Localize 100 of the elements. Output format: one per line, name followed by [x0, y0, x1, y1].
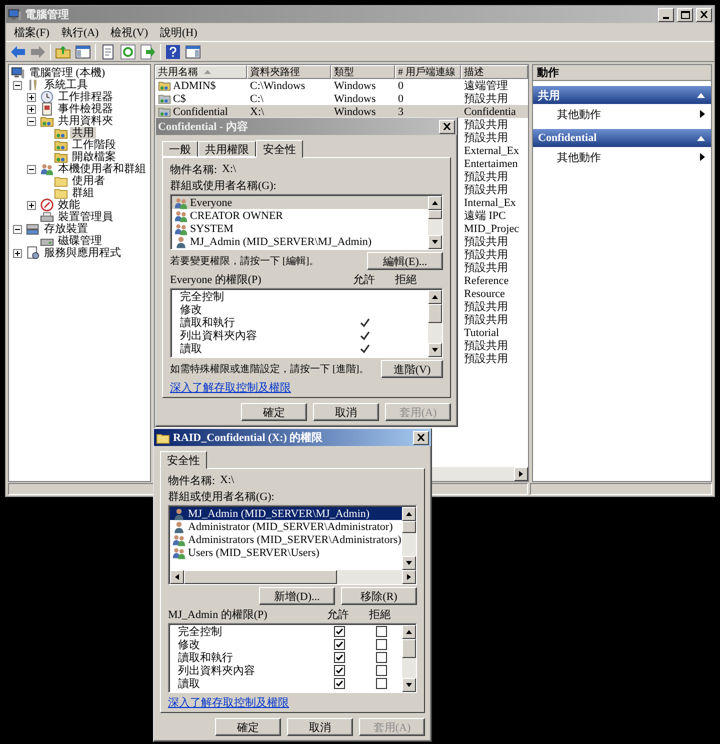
- expand-icon[interactable]: [13, 248, 22, 258]
- properties-icon[interactable]: [100, 44, 116, 60]
- tab[interactable]: 安全性: [256, 140, 303, 158]
- tree-item[interactable]: 存放裝置: [42, 223, 90, 235]
- user-item[interactable]: Administrators (MID_SERVER\Administrators): [170, 533, 402, 546]
- tab[interactable]: 一般: [162, 141, 198, 157]
- expand-icon[interactable]: [27, 200, 36, 210]
- user-action-button[interactable]: 編輯(E)...: [367, 252, 443, 270]
- allow-checkbox[interactable]: [334, 665, 344, 676]
- column-header[interactable]: 描述: [461, 65, 528, 79]
- tree-item[interactable]: 效能: [56, 199, 82, 211]
- table-row[interactable]: Confidential X:\ Windows 3 Confidentia: [155, 105, 528, 118]
- table-cell: C:\Windows: [250, 80, 306, 92]
- refresh-icon[interactable]: [120, 44, 136, 60]
- field-label: 物件名稱:: [170, 162, 218, 176]
- panel-icon[interactable]: [185, 44, 201, 60]
- column-header[interactable]: 類型: [331, 65, 395, 79]
- user-action-button[interactable]: 新增(D)...: [259, 587, 335, 605]
- vertical-scrollbar[interactable]: [402, 507, 416, 570]
- allow-checkbox[interactable]: [334, 678, 344, 689]
- vertical-scrollbar[interactable]: [428, 290, 442, 357]
- dialog-button[interactable]: 取消: [313, 403, 379, 421]
- collapse-icon[interactable]: [27, 164, 36, 174]
- shared-folder-icon: [54, 126, 68, 140]
- deny-checkbox[interactable]: [376, 665, 386, 676]
- folder-icon: [54, 174, 68, 188]
- menu-item[interactable]: 檢視(V): [104, 24, 154, 40]
- help-link[interactable]: 深入了解存取控制及權限: [168, 695, 289, 710]
- tab[interactable]: 安全性: [160, 451, 207, 469]
- maximize-button[interactable]: [677, 8, 693, 22]
- table-cell-text: 遠端 IPC: [464, 209, 506, 223]
- storage-icon: [26, 222, 40, 236]
- table-cell: External_Ex: [464, 144, 519, 156]
- minimize-button[interactable]: [658, 8, 674, 22]
- gauge-icon: [40, 198, 54, 212]
- collapse-icon[interactable]: [13, 224, 22, 234]
- vertical-scrollbar[interactable]: [428, 196, 442, 249]
- column-header[interactable]: # 用戶端連線: [395, 65, 461, 79]
- table-cell: MID_Projec: [464, 222, 519, 234]
- tree-item[interactable]: 開啟檔案: [70, 151, 118, 163]
- deny-checkbox[interactable]: [376, 652, 386, 663]
- tree-item[interactable]: 群組: [70, 187, 96, 199]
- deny-checkbox[interactable]: [376, 626, 386, 637]
- advanced-button[interactable]: 進階(V): [381, 360, 443, 378]
- collapse-icon[interactable]: [13, 80, 22, 90]
- table-cell: 0: [398, 80, 404, 92]
- tree-item[interactable]: 裝置管理員: [56, 211, 115, 223]
- column-header[interactable]: 共用名稱: [155, 65, 247, 79]
- back-icon[interactable]: [10, 44, 26, 60]
- permission-name: 列出資料夾內容: [179, 328, 258, 343]
- expand-icon[interactable]: [27, 92, 36, 102]
- tree-item[interactable]: 使用者: [70, 175, 107, 187]
- action-item[interactable]: 其他動作: [533, 147, 711, 167]
- column-header[interactable]: 資料夾路徑: [247, 65, 331, 79]
- close-button[interactable]: [413, 430, 429, 444]
- user-item[interactable]: Everyone: [172, 196, 428, 209]
- help-icon[interactable]: [165, 44, 181, 60]
- collapse-icon[interactable]: [27, 116, 36, 126]
- help-link[interactable]: 深入了解存取控制及權限: [170, 380, 291, 395]
- tree-item[interactable]: 服務與應用程式: [42, 247, 123, 259]
- allow-checkbox[interactable]: [334, 639, 344, 650]
- expand-icon[interactable]: [27, 104, 36, 114]
- tree-item[interactable]: 電腦管理 (本機): [27, 67, 108, 79]
- dialog-button[interactable]: 取消: [287, 718, 353, 736]
- section-header[interactable]: 共用: [533, 86, 711, 104]
- horizontal-scrollbar[interactable]: [170, 570, 416, 584]
- menu-item[interactable]: 檔案(F): [8, 24, 56, 40]
- panel-icon[interactable]: [75, 44, 91, 60]
- tree-item[interactable]: 工作排程器: [56, 91, 115, 103]
- sort-icon: [204, 70, 211, 74]
- allow-checkbox[interactable]: [334, 652, 344, 663]
- tree-item[interactable]: 本機使用者和群組: [56, 163, 148, 175]
- tab[interactable]: 共用權限: [198, 141, 256, 157]
- tree-item[interactable]: 事件檢視器: [56, 103, 115, 115]
- export-icon[interactable]: [140, 44, 156, 60]
- permission-name: 讀取和執行: [177, 651, 234, 665]
- tree-item[interactable]: 磁碟管理: [56, 235, 104, 247]
- user-icon: [174, 234, 188, 248]
- tree-item[interactable]: 系統工具: [42, 79, 90, 91]
- action-item[interactable]: 其他動作: [533, 104, 711, 124]
- dialog-button[interactable]: 確定: [215, 718, 281, 736]
- menu-item[interactable]: 執行(A): [55, 24, 105, 40]
- user-icon: [172, 507, 186, 520]
- allow-checkbox[interactable]: [334, 626, 344, 637]
- shared-folder-icon: [54, 138, 68, 152]
- tree-item[interactable]: 共用: [70, 127, 96, 139]
- table-cell-text: 預設共用: [464, 352, 508, 366]
- dialog-button[interactable]: 確定: [241, 403, 307, 421]
- tree-item[interactable]: 工作階段: [70, 139, 118, 151]
- close-button[interactable]: [696, 8, 712, 22]
- section-header[interactable]: Confidential: [533, 129, 711, 147]
- tree-item[interactable]: 共用資料夾: [56, 115, 115, 127]
- user-action-button[interactable]: 移除(R): [341, 587, 417, 605]
- deny-checkbox[interactable]: [376, 639, 386, 650]
- menu-item[interactable]: 說明(H): [154, 24, 204, 40]
- close-button[interactable]: [439, 120, 455, 134]
- deny-checkbox[interactable]: [376, 678, 386, 689]
- user-item[interactable]: MJ_Admin (MID_SERVER\MJ_Admin): [170, 507, 402, 520]
- vertical-scrollbar[interactable]: [402, 625, 416, 692]
- caret-icon: [697, 136, 705, 140]
